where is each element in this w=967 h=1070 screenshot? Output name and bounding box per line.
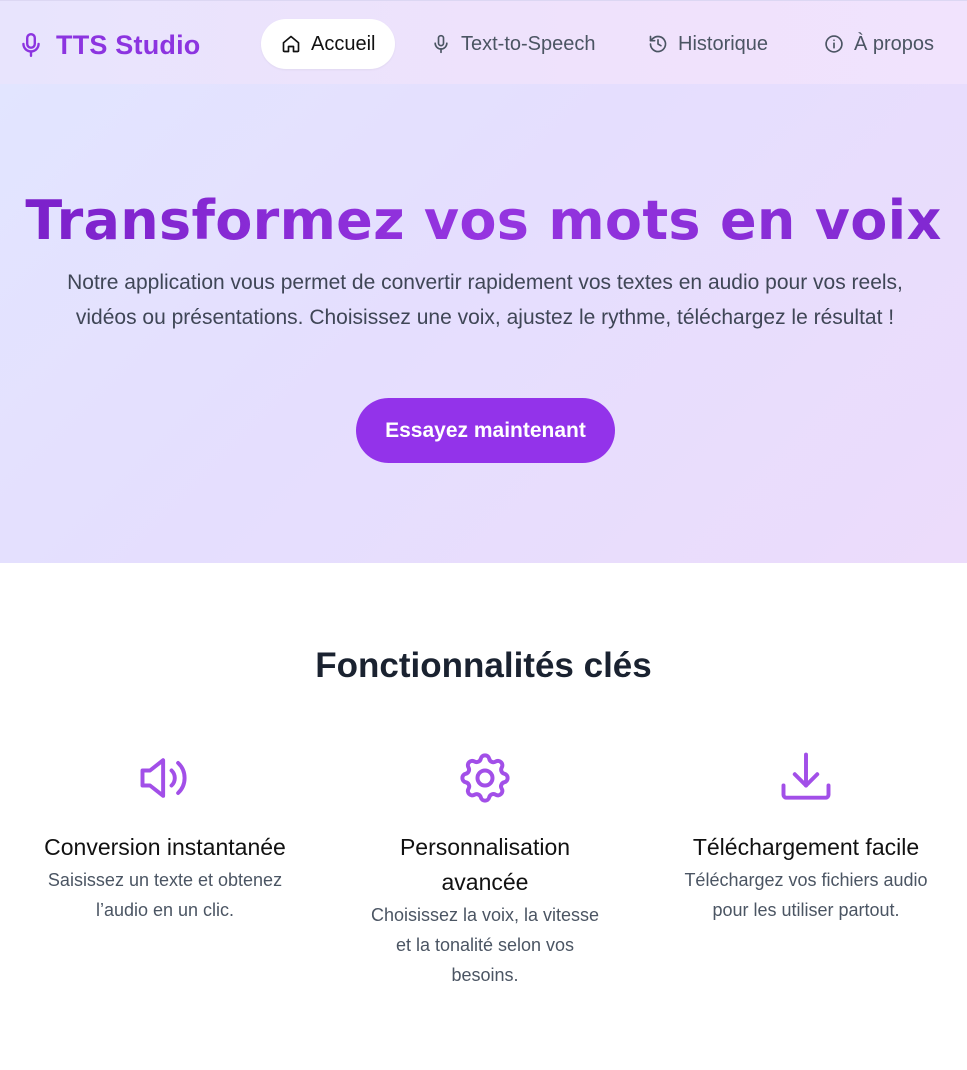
feature-card-personalisation: Personnalisation avancée Choisissez la v… bbox=[335, 748, 635, 990]
nav-history-label: Historique bbox=[678, 32, 769, 55]
brand-name: TTS Studio bbox=[56, 29, 201, 60]
info-icon bbox=[825, 35, 843, 53]
home-icon bbox=[282, 35, 300, 53]
hero-subtitle: Notre application vous permet de convert… bbox=[67, 271, 903, 329]
brand-logo[interactable]: TTS Studio bbox=[18, 28, 200, 62]
download-icon bbox=[781, 752, 831, 800]
speaker-icon bbox=[140, 758, 187, 798]
nav-about-label: À propos bbox=[854, 32, 935, 55]
nav-history[interactable]: Historique bbox=[648, 19, 768, 69]
features-title: Fonctionnalités clés bbox=[315, 646, 652, 685]
feature-title: Conversion instantanée bbox=[44, 834, 286, 860]
feature-description: Saisissez un texte et obtenez l’audio en… bbox=[47, 870, 283, 920]
nav-home[interactable]: Accueil bbox=[261, 19, 396, 69]
feature-card-conversion: Conversion instantanée Saisissez un text… bbox=[15, 748, 315, 925]
feature-description: Téléchargez vos fichiers audio pour les … bbox=[684, 870, 928, 920]
feature-card-download: Téléchargement facile Téléchargez vos fi… bbox=[656, 748, 956, 925]
try-now-button[interactable]: Essayez maintenant bbox=[356, 398, 615, 463]
hero-section: Transformez vos mots en voix Notre appli… bbox=[0, 84, 967, 563]
feature-title: Téléchargement facile bbox=[692, 834, 920, 860]
feature-description: Choisissez la voix, la vitesse et la ton… bbox=[370, 905, 600, 985]
hero-title: Transformez vos mots en voix bbox=[0, 188, 967, 254]
nav-text-to-speech-label: Text-to-Speech bbox=[461, 32, 596, 55]
feature-title: Personnalisation avancée bbox=[399, 834, 571, 895]
history-icon bbox=[649, 35, 667, 53]
microphone-icon bbox=[22, 32, 40, 58]
microphone-icon bbox=[434, 34, 448, 54]
nav-text-to-speech[interactable]: Text-to-Speech bbox=[431, 19, 596, 69]
nav-about[interactable]: À propos bbox=[824, 19, 934, 69]
gear-icon bbox=[460, 753, 510, 803]
top-navbar: TTS Studio Accueil Text-to-Speech Histor… bbox=[0, 0, 967, 84]
nav-home-label: Accueil bbox=[311, 32, 376, 55]
